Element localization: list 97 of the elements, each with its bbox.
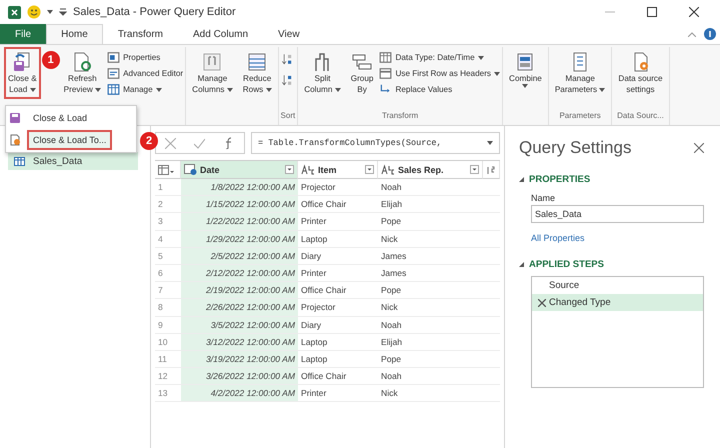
close-icon[interactable] (689, 7, 699, 17)
smiley-icon[interactable] (27, 5, 41, 19)
table-cell: 2/19/2022 12:00:00 AM (181, 282, 298, 300)
ribbon-button[interactable]: Reduce Rows (238, 47, 276, 99)
ribbon-button[interactable]: Manage Columns (188, 47, 237, 99)
collapse-triangle-icon[interactable] (519, 262, 524, 267)
ribbon-button[interactable]: Data Type: Date/Time (379, 51, 500, 64)
formula-field[interactable]: = Table.TransformColumnTypes(Source, (251, 132, 500, 154)
column-header[interactable]: Sales Rep. (378, 161, 483, 179)
table-cell: Laptop (298, 334, 378, 351)
calendar-clock-icon (184, 164, 197, 175)
table-cell: Laptop (298, 230, 378, 248)
caret-icon (47, 10, 53, 14)
table-rows-icon (246, 51, 268, 73)
save-icon (9, 112, 21, 124)
table-cell: 1/8/2022 12:00:00 AM (181, 179, 298, 196)
group-label: Transform (381, 111, 420, 122)
column-header[interactable]: Date (181, 161, 298, 179)
ribbon-button[interactable]: Close & Load (4, 47, 41, 99)
table-cell: 3/26/2022 12:00:00 AM (181, 368, 298, 386)
name-field[interactable]: Sales_Data (531, 205, 704, 223)
field-label: Name (531, 193, 556, 203)
number-type-icon (486, 164, 496, 174)
query-item[interactable]: Sales_Data (8, 152, 138, 170)
table-cell: 4/2/2022 12:00:00 AM (181, 385, 298, 402)
maximize-icon[interactable] (647, 7, 657, 17)
table-menu-icon[interactable] (158, 164, 174, 174)
filter-dropdown-icon[interactable] (470, 165, 479, 174)
ribbon-button[interactable]: Combine (505, 47, 546, 92)
row-number: 9 (155, 316, 181, 334)
table-cell: 3/5/2022 12:00:00 AM (181, 316, 298, 334)
ribbon-button[interactable]: Data source settings (614, 47, 667, 99)
table-cell: 3/19/2022 12:00:00 AM (181, 350, 298, 368)
step-badge: 2 (140, 132, 158, 150)
ribbon-tab[interactable]: Add Column (178, 24, 264, 44)
table-icon (107, 83, 120, 96)
properties-icon (107, 51, 120, 64)
table-cell: 1/15/2022 12:00:00 AM (181, 196, 298, 214)
text-type-icon (301, 164, 315, 175)
collapse-triangle-icon[interactable] (519, 177, 524, 182)
table-icon (379, 51, 392, 64)
table-cell: Elijah (378, 334, 483, 351)
table-cell: Noah (378, 316, 483, 334)
table-cell: 2/26/2022 12:00:00 AM (181, 299, 298, 316)
all-properties-link[interactable]: All Properties (531, 233, 704, 243)
table-cell: 3/12/2022 12:00:00 AM (181, 334, 298, 351)
ribbon-button[interactable]: Use First Row as Headers (379, 67, 500, 80)
document-gear-icon (9, 134, 21, 146)
table-cell: Diary (298, 316, 378, 334)
row-number: 10 (155, 334, 181, 351)
section-heading: APPLIED STEPS (529, 259, 604, 270)
table-cell: Nick (378, 230, 483, 248)
applied-step[interactable]: Source (532, 277, 703, 294)
panel-title: Query Settings (519, 138, 632, 158)
step-badge: 1 (42, 51, 60, 69)
ribbon-button[interactable]: Manage (107, 83, 184, 96)
table-icon (379, 67, 392, 80)
check-icon[interactable] (194, 138, 205, 148)
ribbon-button[interactable]: Advanced Editor (107, 67, 184, 80)
menu-item[interactable]: Close & Load To... (27, 130, 112, 150)
filter-dropdown-icon[interactable] (285, 165, 294, 174)
ribbon-tab[interactable]: View (263, 24, 315, 44)
editor-icon (107, 67, 120, 80)
ribbon-button[interactable]: Refresh Preview (60, 47, 106, 99)
ribbon-button[interactable]: Group By (346, 47, 378, 99)
section-heading: PROPERTIES (529, 174, 590, 185)
collapse-ribbon-icon[interactable] (688, 32, 696, 36)
menu-item[interactable]: Close & Load (27, 108, 94, 128)
customize-toolbar-icon[interactable] (59, 8, 67, 16)
table-cell: 1/29/2022 12:00:00 AM (181, 230, 298, 248)
group-label: Parameters (558, 111, 602, 122)
table-cell: 1/22/2022 12:00:00 AM (181, 213, 298, 231)
ribbon-tab[interactable]: File (0, 24, 46, 44)
filter-dropdown-icon[interactable] (365, 165, 374, 174)
row-number: 4 (155, 230, 181, 248)
spreadsheet-app-icon (8, 6, 21, 18)
group-label: Sort (280, 111, 296, 122)
ribbon-button[interactable]: Manage Parameters (550, 47, 610, 99)
table-icon (14, 156, 25, 166)
ribbon-button[interactable]: Properties (107, 51, 184, 64)
caret-icon (487, 141, 493, 145)
table-cell: 2/12/2022 12:00:00 AM (181, 264, 298, 282)
ribbon-button[interactable]: Replace Values (379, 83, 500, 96)
help-icon[interactable] (704, 28, 716, 40)
window-title: Sales_Data - Power Query Editor (73, 6, 237, 18)
table-cell: 2/5/2022 12:00:00 AM (181, 248, 298, 265)
ribbon-tab[interactable]: Home (46, 24, 103, 44)
group-label: Data Sourc... (616, 111, 665, 122)
columns-icon (201, 51, 224, 73)
ribbon-tab[interactable]: Transform (102, 24, 178, 44)
text-type-icon (381, 164, 395, 175)
applied-step[interactable]: Changed Type (532, 294, 703, 311)
close-icon[interactable] (694, 143, 704, 153)
ribbon-button[interactable]: Split Column (300, 47, 345, 99)
query-name: Sales_Data (33, 156, 82, 166)
column-header[interactable]: Item (298, 161, 378, 179)
delete-step-icon[interactable] (538, 298, 546, 306)
